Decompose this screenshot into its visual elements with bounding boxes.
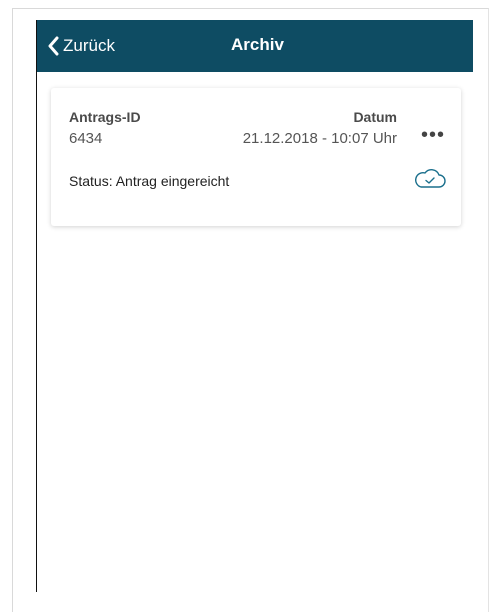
cloud-check-icon bbox=[415, 169, 446, 188]
date-label: Datum bbox=[353, 109, 397, 125]
date-value: 21.12.2018 - 10:07 Uhr bbox=[242, 130, 397, 147]
navigation-bar: Zurück Archiv bbox=[37, 20, 473, 72]
application-id-value: 6434 bbox=[69, 130, 103, 147]
application-id-label: Antrags-ID bbox=[69, 109, 141, 125]
more-dots-icon[interactable]: ••• bbox=[421, 124, 445, 147]
chevron-left-icon bbox=[48, 36, 59, 56]
back-label: Zurück bbox=[63, 36, 115, 55]
status-text: Status: Antrag eingereicht bbox=[69, 173, 230, 189]
app-screen: Zurück Archiv Antrags-ID 6434 Datum 21.1… bbox=[36, 20, 473, 592]
page-title: Archiv bbox=[231, 35, 284, 54]
back-button[interactable]: Zurück bbox=[47, 33, 115, 59]
archive-entry-card[interactable]: Antrags-ID 6434 Datum 21.12.2018 - 10:07… bbox=[51, 88, 461, 226]
